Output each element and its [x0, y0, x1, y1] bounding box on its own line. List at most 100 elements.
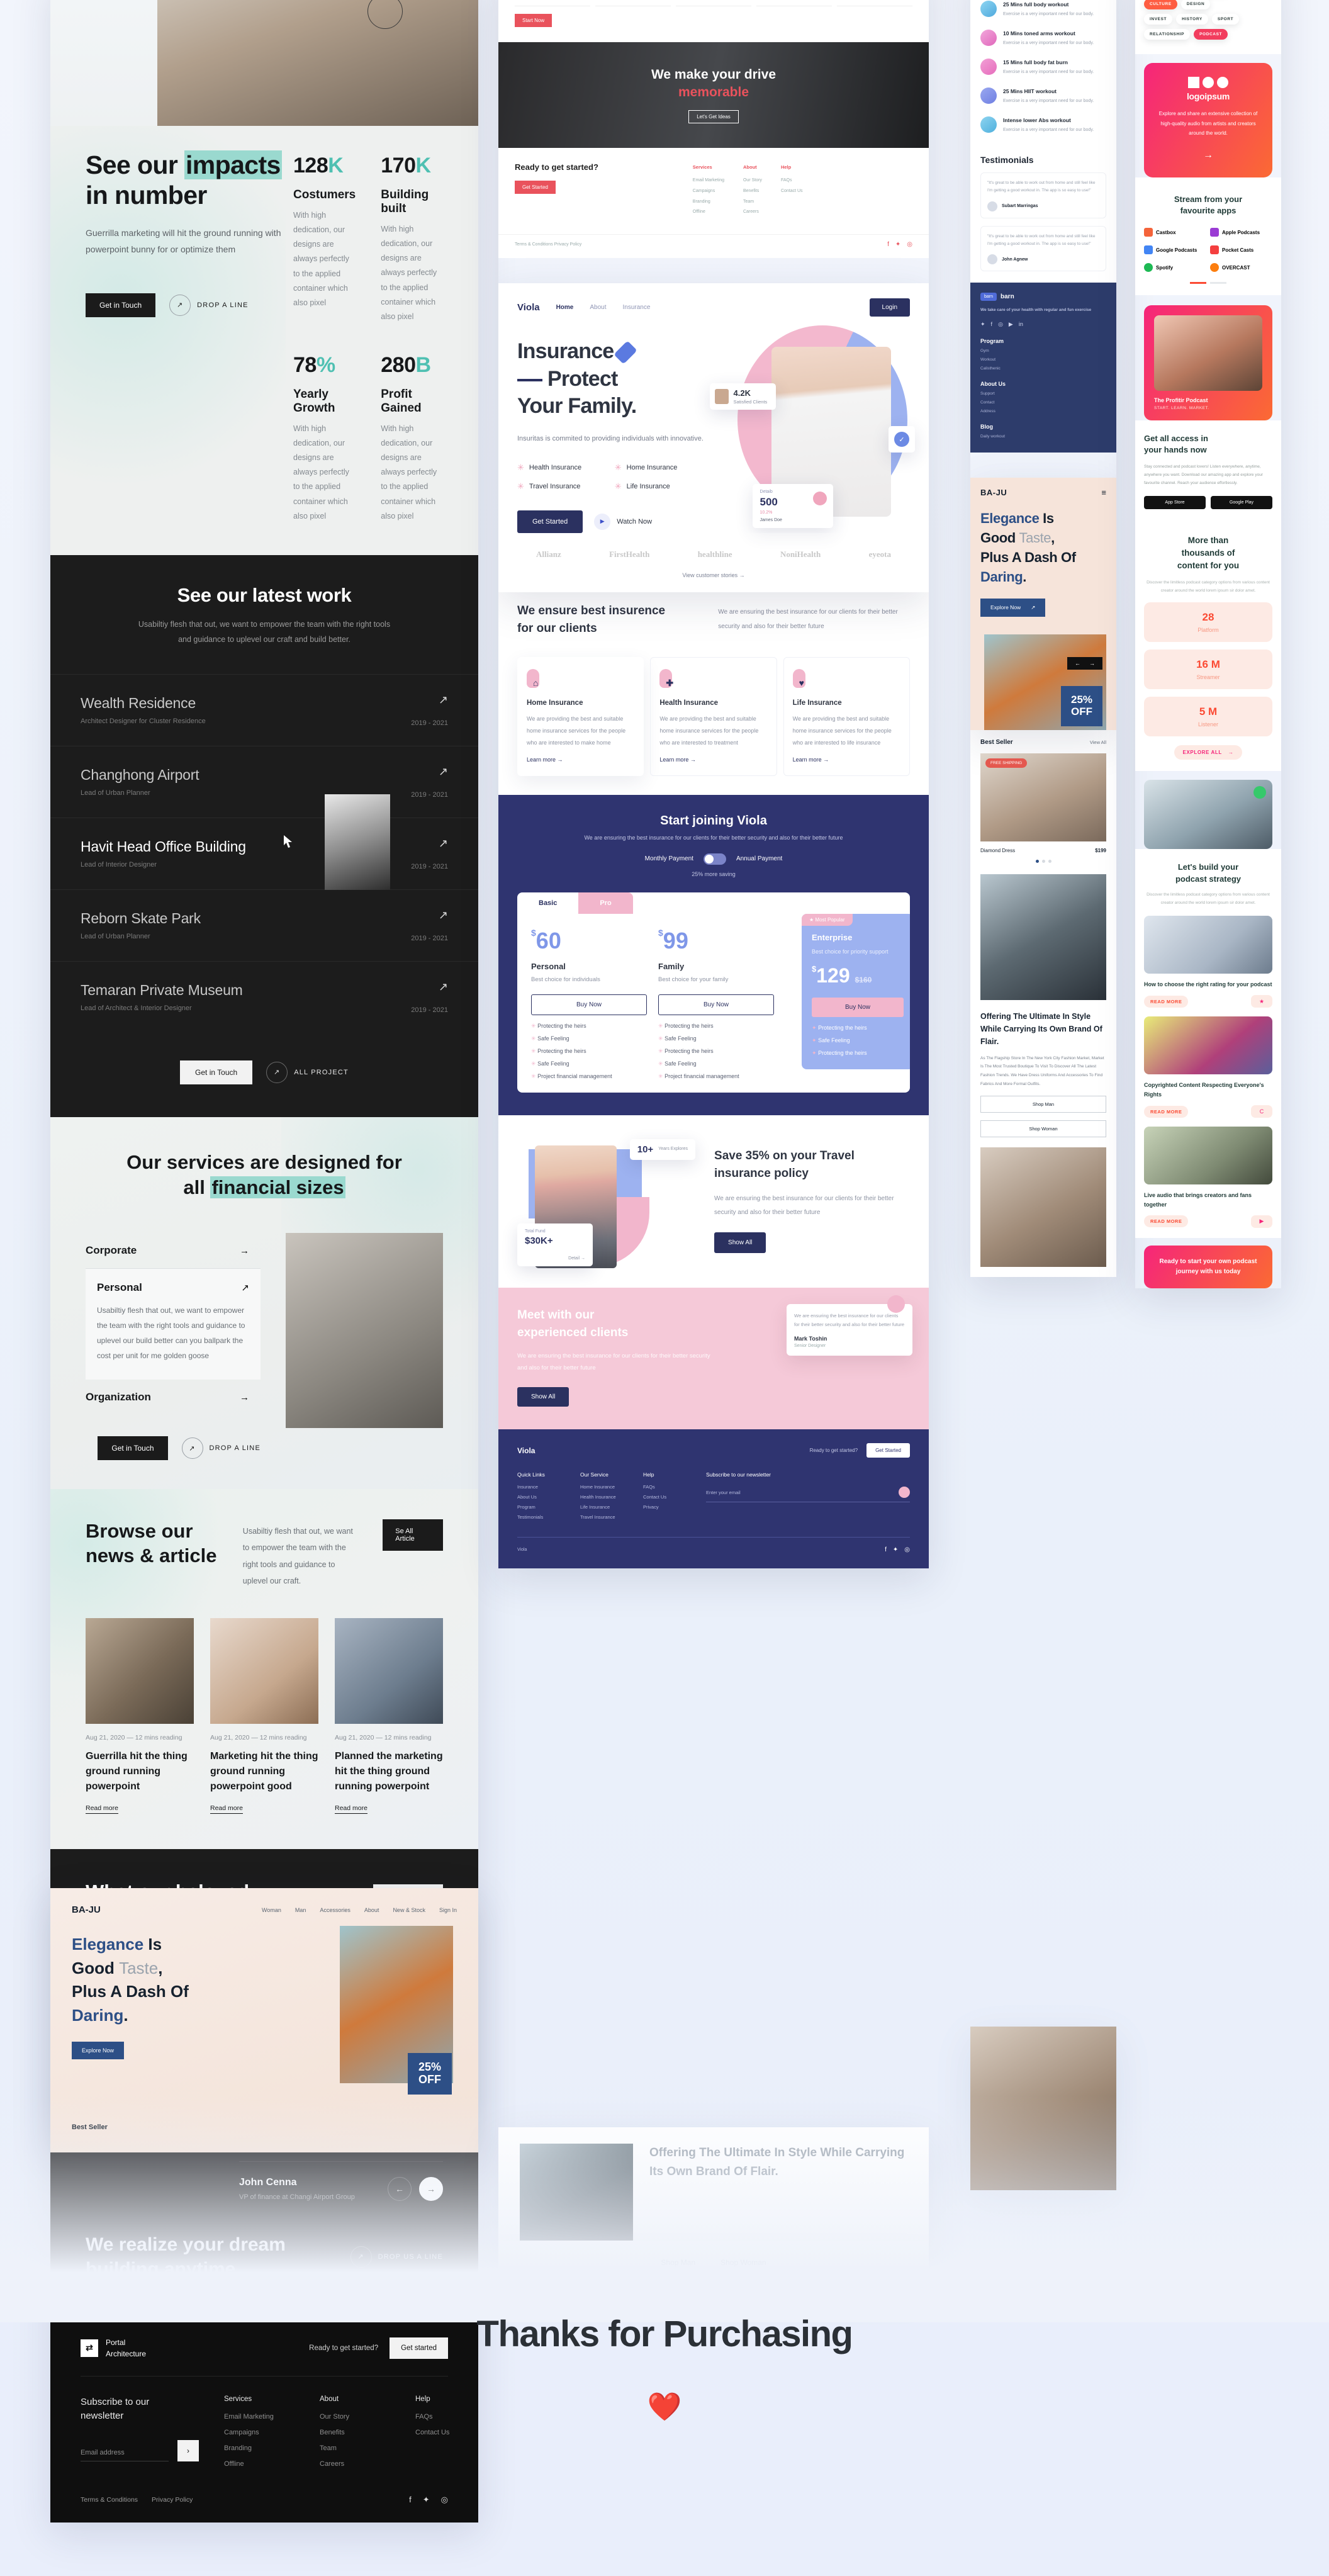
facebook-icon[interactable]: f — [409, 2495, 412, 2505]
blog-post[interactable]: Copyrighted Content Respecting Everyone'… — [1144, 1016, 1272, 1118]
read-more-link[interactable]: Read more — [335, 1804, 367, 1814]
nav-home[interactable]: Home — [556, 304, 574, 311]
watch-now-button[interactable]: ▶ Watch Now — [594, 513, 652, 530]
nav-insurance[interactable]: Insurance — [623, 304, 651, 311]
project-row-active[interactable]: Havit Head Office Building Lead of Inter… — [50, 794, 478, 890]
google-play-button[interactable]: Google Play — [1211, 495, 1272, 509]
app-overcast[interactable]: OVERCAST — [1210, 263, 1272, 273]
email-input[interactable]: Enter your email — [706, 1490, 741, 1495]
app-pocket-casts[interactable]: Pocket Casts — [1210, 245, 1272, 255]
featured-podcast-card[interactable]: The Profitir Podcast START. LEARN. MARKE… — [1144, 305, 1272, 421]
facebook-icon[interactable]: f — [991, 321, 993, 328]
viola-footer-logo[interactable]: Viola — [517, 1446, 535, 1455]
app-apple-podcasts[interactable]: Apple Podcasts — [1210, 228, 1272, 237]
billing-toggle[interactable] — [703, 853, 726, 865]
instagram-icon[interactable]: ◎ — [998, 321, 1003, 328]
app-store-button[interactable]: App Store — [1144, 495, 1206, 509]
show-all-button[interactable]: Show All — [714, 1232, 766, 1253]
blog-post[interactable]: How to choose the right rating for your … — [1144, 915, 1272, 1008]
insurance-card-life[interactable]: ♥ Life Insurance We are providing the be… — [783, 656, 910, 776]
all-project-button[interactable]: ↗ ALL PROJECT — [266, 1061, 349, 1083]
hamburger-menu-icon[interactable]: ≡ — [1101, 488, 1106, 497]
baju-logo[interactable]: BA-JU — [980, 488, 1007, 497]
carousel-dots[interactable] — [980, 859, 1106, 863]
instagram-icon[interactable]: ◎ — [904, 1546, 910, 1553]
read-more-link[interactable]: Read more — [210, 1804, 243, 1814]
workout-item[interactable]: 25 Mins HIIT workout Exercise is a very i… — [980, 82, 1106, 111]
explore-all-button[interactable]: EXPLORE ALL → — [1174, 745, 1243, 760]
buy-now-button[interactable]: Buy Now — [658, 994, 774, 1015]
workout-item[interactable]: 25 Mins full body workout Exercise is a v… — [980, 0, 1106, 24]
get-in-touch-button[interactable]: Get in Touch — [98, 1436, 168, 1461]
project-row[interactable]: Temaran Private Museum Lead of Architect… — [50, 960, 478, 1033]
viola-logo[interactable]: Viola — [517, 302, 540, 313]
facebook-icon[interactable]: f — [887, 241, 889, 248]
baju-logo-small[interactable]: BA-JU — [72, 1904, 101, 1915]
learn-more-link[interactable]: Learn more → — [793, 756, 900, 763]
article-card[interactable]: Aug 21, 2020 — 12 mins reading Planned t… — [335, 1618, 443, 1814]
app-google-podcasts[interactable]: Google Podcasts — [1144, 245, 1206, 255]
login-button[interactable]: Login — [869, 298, 910, 317]
product-photo[interactable]: FREE SHIPPING — [980, 753, 1106, 841]
youtube-icon[interactable]: ▶ — [1009, 321, 1013, 328]
lets-get-ideas-button[interactable]: Let's Get Ideas — [688, 110, 739, 123]
project-row[interactable]: Wealth Residence Architect Designer for … — [50, 673, 478, 746]
podcast-promo-card[interactable]: logoipsum Explore and share an extensive… — [1144, 63, 1272, 177]
instagram-icon[interactable]: ◎ — [907, 241, 912, 248]
insurance-card-health[interactable]: ✚ Health Insurance We are providing the … — [650, 656, 777, 776]
read-more-button[interactable]: READ MORE — [1144, 1105, 1189, 1118]
nav-about[interactable]: About — [590, 304, 606, 311]
privacy-link[interactable]: Privacy Policy — [152, 2496, 193, 2504]
workout-item[interactable]: 10 Mins toned arms workout Exercise is a … — [980, 24, 1106, 53]
shop-woman-button[interactable]: Shop Woman — [980, 1120, 1106, 1138]
accordion-item-corporate[interactable]: Corporate → — [86, 1233, 261, 1269]
article-card[interactable]: Aug 21, 2020 — 12 mins reading Guerrilla… — [86, 1618, 194, 1814]
subscribe-button[interactable]: › — [177, 2439, 199, 2461]
twitter-icon[interactable]: ✦ — [895, 241, 900, 248]
drop-a-line-button[interactable]: ↗ DROP A LINE — [169, 294, 248, 316]
blog-post[interactable]: Live audio that brings creators and fans… — [1144, 1127, 1272, 1228]
explore-now-button[interactable]: Explore Now ↗ — [980, 598, 1046, 617]
twitter-icon[interactable]: ✦ — [980, 321, 985, 328]
terms-link[interactable]: Terms & Conditions — [81, 2496, 138, 2504]
learn-more-link[interactable]: Learn more → — [527, 756, 634, 763]
accordion-item-organization[interactable]: Organization → — [86, 1380, 261, 1415]
tab-pro[interactable]: Pro — [578, 892, 633, 914]
subscribe-button[interactable] — [899, 1487, 910, 1499]
app-castbox[interactable]: Castbox — [1144, 228, 1206, 237]
get-started-button[interactable]: Get Started — [866, 1443, 910, 1458]
tab-basic[interactable]: Basic — [517, 892, 578, 914]
twitter-icon[interactable]: ✦ — [423, 2495, 430, 2505]
email-input[interactable]: Email address — [81, 2449, 169, 2461]
show-all-button[interactable]: Show All — [517, 1387, 569, 1407]
learn-more-link[interactable]: Learn more → — [659, 756, 767, 763]
buy-now-button[interactable]: Buy Now — [531, 994, 647, 1015]
final-cta-card[interactable]: Ready to start your own podcast journey … — [1144, 1245, 1272, 1288]
view-all-link[interactable]: View All — [1090, 740, 1106, 745]
progress-indicator[interactable] — [1144, 282, 1272, 284]
app-spotify[interactable]: Spotify — [1144, 263, 1206, 273]
buy-now-button[interactable]: Buy Now — [812, 997, 904, 1017]
explore-now-button[interactable]: Explore Now — [72, 2041, 125, 2059]
accordion-item-personal[interactable]: Personal ↗ Usabiltiy flesh that out, we … — [86, 1269, 261, 1380]
workout-item[interactable]: Intense lower Abs workout Exercise is a v… — [980, 111, 1106, 140]
insurance-card-home[interactable]: ⌂ Home Insurance We are providing the be… — [517, 657, 644, 776]
facebook-icon[interactable]: f — [885, 1546, 887, 1553]
article-card[interactable]: Aug 21, 2020 — 12 mins reading Marketing… — [210, 1618, 318, 1814]
get-started-button[interactable]: Get Started — [515, 181, 556, 194]
twitter-icon[interactable]: ✦ — [893, 1546, 898, 1553]
read-more-button[interactable]: READ MORE — [1144, 1215, 1189, 1228]
see-all-article-button[interactable]: Se All Article — [383, 1519, 443, 1551]
instagram-icon[interactable]: ◎ — [441, 2495, 448, 2505]
carousel-arrows[interactable]: ← → — [1067, 656, 1102, 670]
project-row[interactable]: Reborn Skate Park Lead of Urban Planner … — [50, 889, 478, 961]
arrow-right-icon[interactable]: → — [1154, 150, 1262, 161]
shop-man-button[interactable]: Shop Man — [980, 1096, 1106, 1113]
view-customer-stories-link[interactable]: View customer stories → — [517, 568, 910, 592]
get-in-touch-button[interactable]: Get in Touch — [180, 1060, 253, 1084]
get-in-touch-button[interactable]: Get in Touch — [86, 293, 156, 317]
workout-item[interactable]: 15 Mins full body fat burn Exercise is a … — [980, 53, 1106, 82]
read-more-button[interactable]: READ MORE — [1144, 995, 1189, 1008]
linkedin-icon[interactable]: in — [1019, 321, 1023, 328]
drop-a-line-button[interactable]: ↗ DROP A LINE — [181, 1437, 261, 1460]
